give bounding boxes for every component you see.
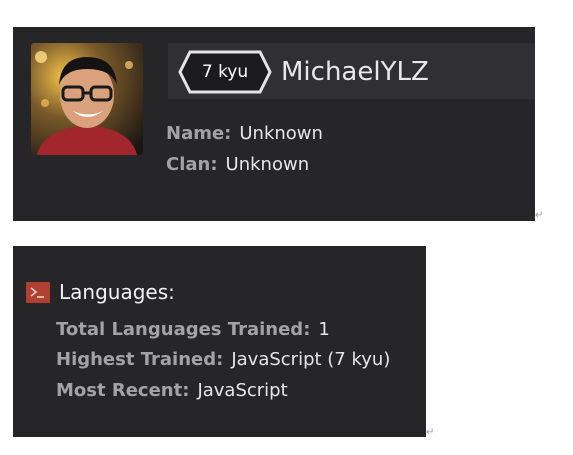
most-recent-row: Most Recent: JavaScript — [56, 379, 288, 403]
most-recent-value: JavaScript — [197, 380, 288, 401]
clan-row: Clan: Unknown — [166, 153, 309, 177]
username: MichaelYLZ — [281, 57, 429, 87]
most-recent-label: Most Recent: — [56, 380, 190, 401]
paragraph-mark: ↵ — [535, 210, 544, 221]
total-languages-label: Total Languages Trained: — [56, 319, 311, 340]
languages-card: Languages: Total Languages Trained: 1 Hig… — [13, 246, 426, 437]
paragraph-mark: ↵ — [426, 427, 435, 438]
rank-label: 7 kyu — [201, 62, 249, 82]
name-label: Name: — [166, 123, 232, 144]
avatar-photo — [31, 43, 143, 155]
total-languages-value: 1 — [318, 319, 330, 340]
highest-trained-label: Highest Trained: — [56, 349, 224, 370]
highest-trained-row: Highest Trained: JavaScript (7 kyu) — [56, 348, 390, 372]
clan-value: Unknown — [225, 154, 310, 175]
name-row: Name: Unknown — [166, 122, 323, 146]
profile-card: 7 kyu MichaelYLZ Name: Unknown Clan: Unkno… — [13, 27, 535, 221]
terminal-icon — [26, 282, 50, 303]
clan-label: Clan: — [166, 154, 218, 175]
total-languages-row: Total Languages Trained: 1 — [56, 318, 330, 342]
avatar[interactable] — [31, 43, 143, 155]
highest-trained-value: JavaScript (7 kyu) — [231, 349, 391, 370]
languages-heading: Languages: — [59, 280, 175, 304]
name-value: Unknown — [239, 123, 323, 144]
